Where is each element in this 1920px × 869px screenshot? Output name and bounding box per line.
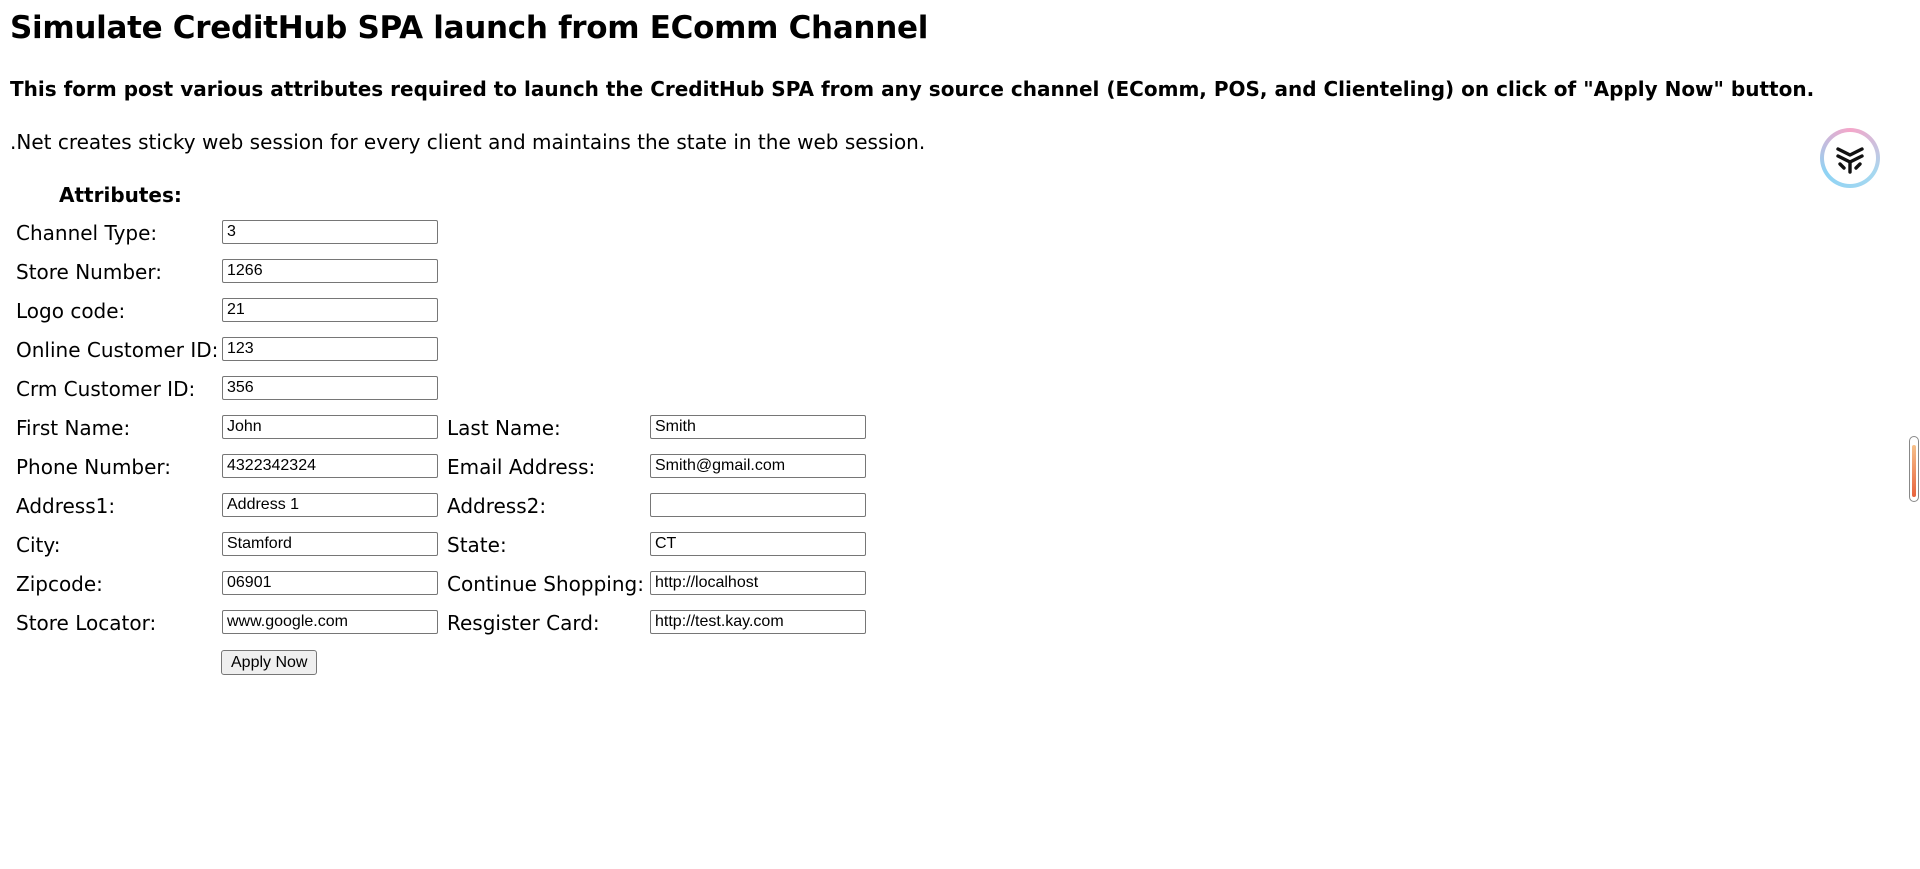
first-name-field[interactable]: [222, 415, 438, 439]
city-label: City:: [16, 533, 61, 557]
register-card-label: Resgister Card:: [447, 611, 600, 635]
form-row-city-state: City: State:: [16, 532, 916, 571]
extension-logo-icon[interactable]: [1820, 128, 1880, 188]
address2-field[interactable]: [650, 493, 866, 517]
launch-form: Channel Type: Store Number: Logo code: O…: [16, 220, 916, 649]
phone-number-label: Phone Number:: [16, 455, 172, 479]
email-address-field[interactable]: [650, 454, 866, 478]
address2-label: Address2:: [447, 494, 547, 518]
crm-customer-id-label: Crm Customer ID:: [16, 377, 196, 401]
extension-logo-inner: [1824, 132, 1876, 184]
page-title: Simulate CreditHub SPA launch from EComm…: [10, 10, 929, 46]
form-row-zip-continue: Zipcode: Continue Shopping:: [16, 571, 916, 610]
online-customer-id-field[interactable]: [222, 337, 438, 361]
channel-type-field[interactable]: [222, 220, 438, 244]
form-row-logo-code: Logo code:: [16, 298, 916, 337]
address1-field[interactable]: [222, 493, 438, 517]
store-locator-label: Store Locator:: [16, 611, 157, 635]
logo-code-label: Logo code:: [16, 299, 126, 323]
form-row-contact: Phone Number: Email Address:: [16, 454, 916, 493]
side-scroll-handle-fill: [1912, 445, 1916, 497]
continue-shopping-field[interactable]: [650, 571, 866, 595]
form-row-channel-type: Channel Type:: [16, 220, 916, 259]
crm-customer-id-field[interactable]: [222, 376, 438, 400]
state-label: State:: [447, 533, 507, 557]
page: Simulate CreditHub SPA launch from EComm…: [0, 0, 1920, 869]
online-customer-id-label: Online Customer ID:: [16, 338, 219, 362]
zipcode-label: Zipcode:: [16, 572, 103, 596]
register-card-field[interactable]: [650, 610, 866, 634]
attributes-heading: Attributes:: [59, 183, 182, 207]
zipcode-field[interactable]: [222, 571, 438, 595]
form-row-store-number: Store Number:: [16, 259, 916, 298]
form-row-online-customer-id: Online Customer ID:: [16, 337, 916, 376]
session-note: .Net creates sticky web session for ever…: [10, 130, 926, 154]
continue-shopping-label: Continue Shopping:: [447, 572, 644, 596]
form-row-address: Address1: Address2:: [16, 493, 916, 532]
side-scroll-handle[interactable]: [1909, 436, 1919, 502]
last-name-field[interactable]: [650, 415, 866, 439]
logo-code-field[interactable]: [222, 298, 438, 322]
form-row-crm-customer-id: Crm Customer ID:: [16, 376, 916, 415]
last-name-label: Last Name:: [447, 416, 561, 440]
email-address-label: Email Address:: [447, 455, 596, 479]
state-field[interactable]: [650, 532, 866, 556]
channel-type-label: Channel Type:: [16, 221, 158, 245]
apply-now-button[interactable]: Apply Now: [221, 650, 318, 675]
page-description: This form post various attributes requir…: [10, 77, 1815, 101]
first-name-label: First Name:: [16, 416, 131, 440]
phone-number-field[interactable]: [222, 454, 438, 478]
form-row-locator-register: Store Locator: Resgister Card:: [16, 610, 916, 649]
extension-glyph-icon: [1836, 147, 1864, 174]
city-field[interactable]: [222, 532, 438, 556]
store-number-label: Store Number:: [16, 260, 162, 284]
address1-label: Address1:: [16, 494, 116, 518]
store-locator-field[interactable]: [222, 610, 438, 634]
store-number-field[interactable]: [222, 259, 438, 283]
form-row-name: First Name: Last Name:: [16, 415, 916, 454]
